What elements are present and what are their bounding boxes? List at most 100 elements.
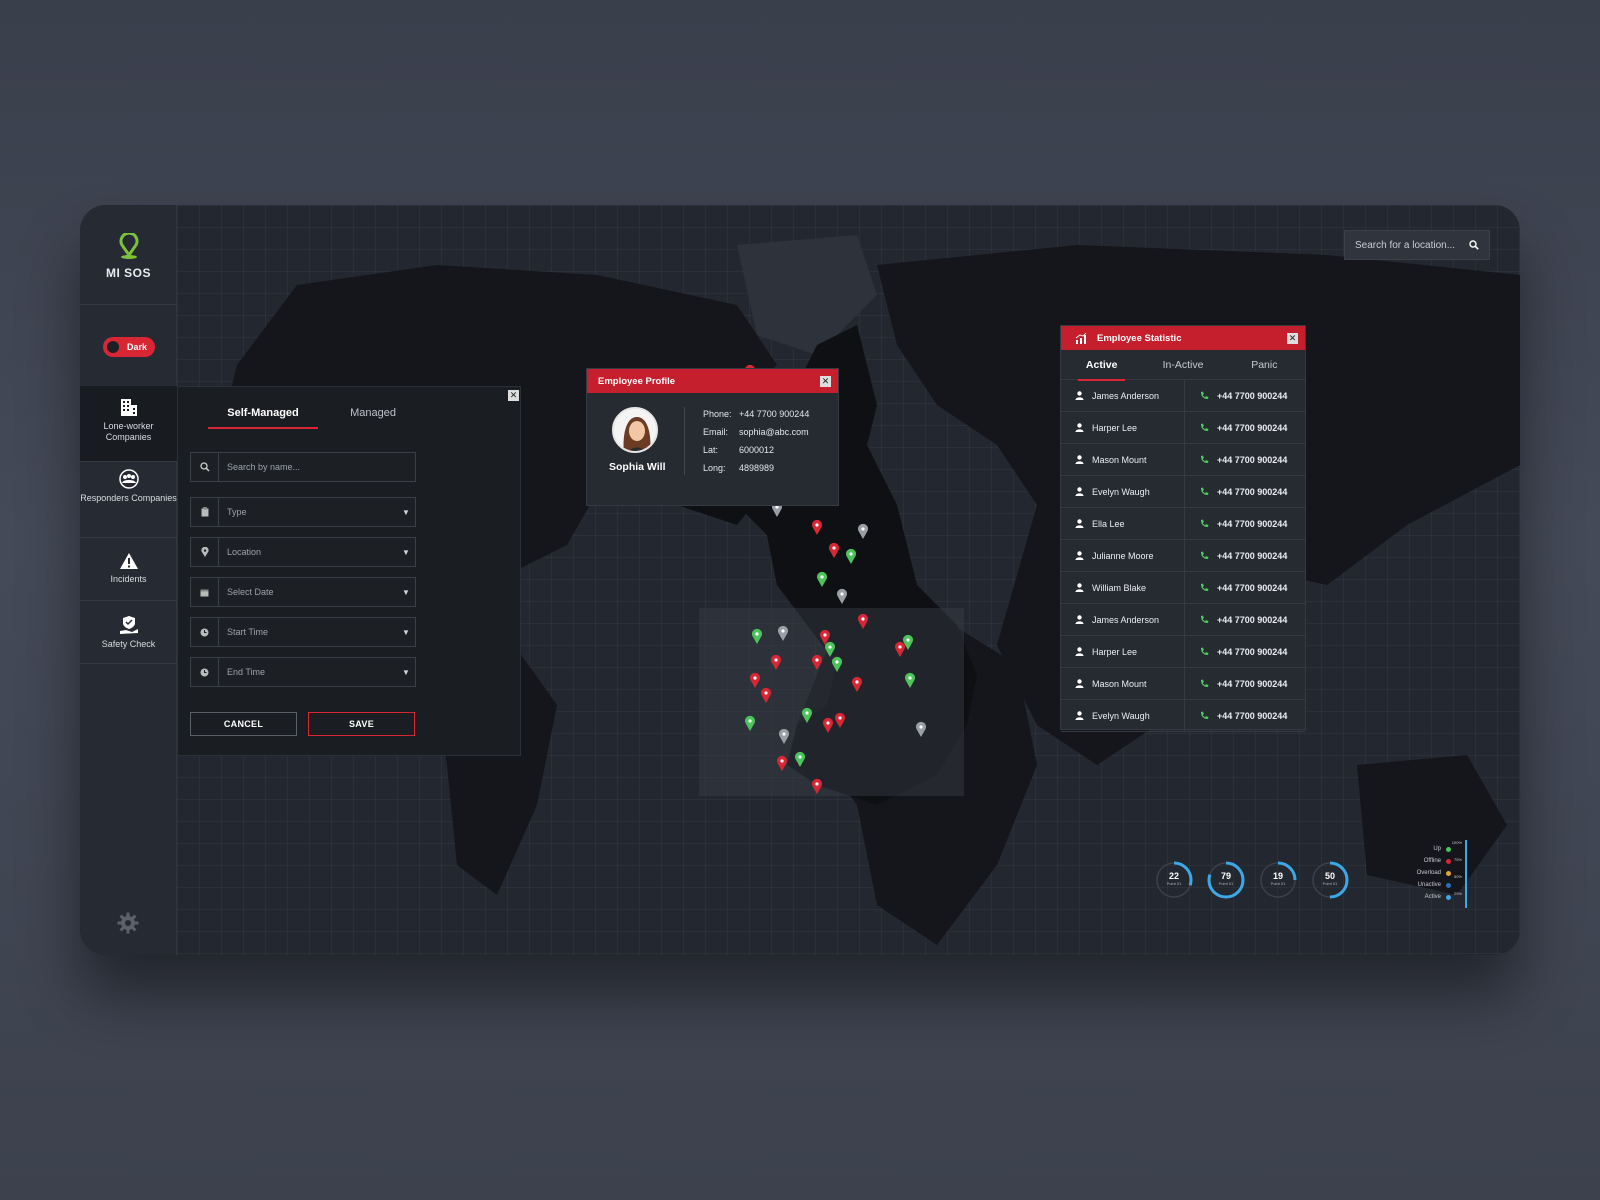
clock-icon bbox=[200, 668, 209, 676]
chevron-down-icon: ▼ bbox=[402, 547, 410, 557]
status-legend: Up Offline Overload Unactive Active 100% 75% 50… bbox=[1387, 840, 1467, 910]
employee-name: Julianne Moore bbox=[1092, 550, 1154, 561]
phone-icon bbox=[1200, 391, 1209, 400]
employee-phone-cell[interactable]: +44 7700 900244 bbox=[1185, 572, 1305, 603]
name-search-input[interactable]: Search by name... bbox=[190, 452, 416, 482]
location-search-input[interactable]: Search for a location... bbox=[1344, 230, 1490, 260]
email-label: Email: bbox=[703, 427, 729, 437]
employee-name: Evelyn Waugh bbox=[1092, 710, 1150, 721]
map-pin-center bbox=[755, 632, 759, 636]
person-icon bbox=[1075, 551, 1084, 560]
phone-icon bbox=[1200, 647, 1209, 656]
table-row[interactable]: Ella Lee +44 7700 900244 bbox=[1061, 508, 1305, 540]
phone-icon bbox=[1200, 679, 1209, 688]
phone-icon bbox=[1200, 423, 1209, 432]
stats-title: Employee Statistic bbox=[1097, 332, 1182, 344]
sidebar-item-incidents[interactable]: Incidents bbox=[80, 552, 177, 602]
sidebar-item-lone-worker[interactable]: Lone-worker Companies bbox=[80, 386, 177, 461]
table-row[interactable]: Julianne Moore +44 7700 900244 bbox=[1061, 540, 1305, 572]
theme-toggle[interactable]: Dark bbox=[103, 337, 155, 357]
employee-name-cell: Mason Mount bbox=[1061, 444, 1185, 475]
person-icon bbox=[1075, 711, 1084, 720]
employee-phone-cell[interactable]: +44 7700 900244 bbox=[1185, 668, 1305, 699]
app-logo[interactable]: MI SOS bbox=[80, 231, 177, 280]
legend-axis bbox=[1465, 840, 1467, 908]
location-select[interactable]: Location ▼ bbox=[190, 537, 416, 567]
location-select-label: Location bbox=[227, 547, 262, 557]
map-pin-center bbox=[815, 523, 819, 527]
employee-phone-cell[interactable]: +44 7700 900244 bbox=[1185, 540, 1305, 571]
table-row[interactable]: James Anderson +44 7700 900244 bbox=[1061, 380, 1305, 412]
tab-self-managed[interactable]: Self-Managed bbox=[208, 407, 318, 429]
table-row[interactable]: Harper Lee +44 7700 900244 bbox=[1061, 412, 1305, 444]
employee-phone: +44 7700 900244 bbox=[1217, 646, 1288, 657]
sidebar-item-safety-check[interactable]: Safety Check bbox=[80, 615, 177, 665]
employee-phone-cell[interactable]: +44 7700 900244 bbox=[1185, 508, 1305, 539]
employee-phone-cell[interactable]: +44 7700 900244 bbox=[1185, 476, 1305, 507]
employee-phone-cell[interactable]: +44 7700 900244 bbox=[1185, 604, 1305, 635]
map-pin-center bbox=[828, 645, 832, 649]
employee-phone: +44 7700 900244 bbox=[1217, 710, 1288, 721]
search-icon[interactable] bbox=[1469, 240, 1479, 250]
legend-dot bbox=[1446, 895, 1451, 900]
employee-phone-cell[interactable]: +44 7700 900244 bbox=[1185, 636, 1305, 667]
table-row[interactable]: William Blake +44 7700 900244 bbox=[1061, 572, 1305, 604]
profile-long: 4898989 bbox=[739, 463, 775, 473]
tab-panic[interactable]: Panic bbox=[1224, 350, 1305, 380]
sidebar-item-responders[interactable]: Responders Companies bbox=[80, 469, 177, 531]
gear-icon[interactable] bbox=[117, 912, 139, 934]
legend-label: Up bbox=[1433, 846, 1441, 852]
gauge-sub: Point 01 bbox=[1270, 881, 1286, 886]
map-pin-center bbox=[805, 711, 809, 715]
type-select[interactable]: Type ▼ bbox=[190, 497, 416, 527]
table-row[interactable]: Evelyn Waugh +44 7700 900244 bbox=[1061, 476, 1305, 508]
start-time-select[interactable]: Start Time ▼ bbox=[190, 617, 416, 647]
person-icon bbox=[1075, 679, 1084, 688]
map-pin-center bbox=[815, 658, 819, 662]
search-icon bbox=[199, 462, 210, 472]
divider bbox=[80, 537, 177, 538]
chevron-down-icon: ▼ bbox=[402, 587, 410, 597]
table-row[interactable]: Evelyn Waugh +44 7700 900244 bbox=[1061, 700, 1305, 732]
profile-avatar-block: Sophia Will bbox=[609, 407, 666, 473]
table-row[interactable]: Mason Mount +44 7700 900244 bbox=[1061, 668, 1305, 700]
gauge: 22 Point 01 bbox=[1154, 860, 1194, 900]
close-icon[interactable]: ✕ bbox=[820, 376, 831, 387]
map-pin-center bbox=[861, 617, 865, 621]
save-button[interactable]: SAVE bbox=[308, 712, 415, 736]
employee-name-cell: Harper Lee bbox=[1061, 636, 1185, 667]
lat-label: Lat: bbox=[703, 445, 719, 455]
employee-phone-cell[interactable]: +44 7700 900244 bbox=[1185, 380, 1305, 411]
map-pin-center bbox=[919, 725, 923, 729]
table-row[interactable]: Harper Lee +44 7700 900244 bbox=[1061, 636, 1305, 668]
cancel-button[interactable]: CANCEL bbox=[190, 712, 297, 736]
close-icon[interactable]: ✕ bbox=[508, 390, 519, 401]
sidebar-item-label: Lone-worker Companies bbox=[103, 421, 154, 442]
employee-phone-cell[interactable]: +44 7700 900244 bbox=[1185, 412, 1305, 443]
map-pin-center bbox=[908, 676, 912, 680]
close-icon[interactable]: ✕ bbox=[1287, 333, 1298, 344]
tab-managed[interactable]: Managed bbox=[318, 407, 428, 427]
legend-label: Active bbox=[1424, 894, 1441, 900]
employee-phone-cell[interactable]: +44 7700 900244 bbox=[1185, 444, 1305, 475]
employee-name: Mason Mount bbox=[1092, 454, 1147, 465]
tab-active[interactable]: Active bbox=[1061, 350, 1142, 381]
tab-in-active[interactable]: In-Active bbox=[1142, 350, 1223, 380]
employee-name-cell: Ella Lee bbox=[1061, 508, 1185, 539]
employee-phone: +44 7700 900244 bbox=[1217, 486, 1288, 497]
table-row[interactable]: Mason Mount +44 7700 900244 bbox=[1061, 444, 1305, 476]
legend-scale-label: 25% bbox=[1453, 891, 1462, 896]
employee-phone-cell[interactable]: +44 7700 900244 bbox=[1185, 700, 1305, 731]
person-icon bbox=[1075, 583, 1084, 592]
profile-divider bbox=[684, 407, 685, 475]
world-map[interactable]: Search for a location... ✕ Self-Managed … bbox=[177, 205, 1520, 955]
legend-label: Overload bbox=[1416, 870, 1441, 876]
filter-panel: ✕ Self-Managed Managed Search by name...… bbox=[177, 386, 521, 756]
date-select[interactable]: Select Date ▼ bbox=[190, 577, 416, 607]
employee-phone: +44 7700 900244 bbox=[1217, 518, 1288, 529]
map-pin-center bbox=[798, 755, 802, 759]
table-row[interactable]: James Anderson +44 7700 900244 bbox=[1061, 604, 1305, 636]
phone-icon bbox=[1200, 615, 1209, 624]
employee-profile-popup: Employee Profile ✕ Sophia Will Phone: +44… bbox=[586, 368, 839, 506]
end-time-select[interactable]: End Time ▼ bbox=[190, 657, 416, 687]
